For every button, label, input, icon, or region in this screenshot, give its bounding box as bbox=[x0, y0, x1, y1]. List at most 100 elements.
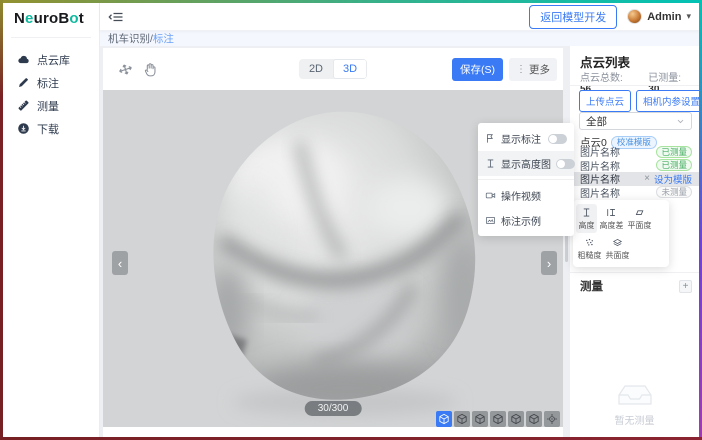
user-name: Admin bbox=[647, 11, 681, 23]
cloud-icon bbox=[17, 53, 30, 66]
tool-label: 共面度 bbox=[606, 250, 630, 261]
menu-item-tutorial-video[interactable]: 操作视频 bbox=[478, 183, 574, 208]
view-cube-back-button[interactable] bbox=[454, 411, 470, 427]
frame-border-top bbox=[0, 0, 702, 3]
status-badge: 已测量 bbox=[656, 159, 692, 171]
video-icon bbox=[485, 190, 496, 201]
tool-coplanarity[interactable]: 共面度 bbox=[604, 234, 631, 263]
logo-text: N bbox=[14, 10, 25, 27]
menu-fold-icon[interactable] bbox=[108, 9, 124, 25]
caret-down-icon: ▾ bbox=[686, 11, 691, 22]
status-badge: 未测量 bbox=[656, 186, 692, 198]
move-rotate-icon[interactable] bbox=[117, 61, 134, 78]
panel-actions: 上传点云 相机内参设置 bbox=[579, 90, 694, 112]
next-image-button[interactable]: › bbox=[541, 251, 557, 275]
view-cube-right-button[interactable] bbox=[490, 411, 506, 427]
sidebar-item-label: 下载 bbox=[37, 121, 59, 137]
view-cube-front-button[interactable] bbox=[436, 411, 452, 427]
show-annotation-toggle[interactable] bbox=[548, 134, 567, 144]
tool-flatness[interactable]: 平面度 bbox=[626, 204, 653, 233]
status-badge: 已测量 bbox=[656, 146, 692, 158]
tool-height[interactable]: 高度 bbox=[576, 204, 597, 233]
view-reset-center-button[interactable] bbox=[544, 411, 560, 427]
breadcrumb: 机车识别/标注 bbox=[100, 31, 699, 46]
list-item-selected[interactable]: 图片名称 × 设为模版 bbox=[570, 172, 699, 186]
tool-height-difference[interactable]: 高度差 bbox=[598, 204, 625, 233]
save-button[interactable]: 保存(S) bbox=[452, 58, 503, 81]
menu-item-label: 标注示例 bbox=[501, 213, 567, 228]
divider bbox=[570, 85, 699, 86]
more-label: 更多 bbox=[529, 62, 550, 77]
show-heightmap-toggle[interactable] bbox=[556, 159, 575, 169]
main-area: 返回模型开发 Admin ▾ 机车识别/标注 2D 3D bbox=[100, 3, 699, 437]
divider bbox=[478, 179, 574, 180]
menu-item-label: 显示高度图 bbox=[501, 156, 551, 171]
hand-pan-icon[interactable] bbox=[142, 61, 159, 78]
chevron-down-icon bbox=[676, 117, 685, 126]
add-measure-button[interactable]: + bbox=[679, 280, 692, 293]
user-menu[interactable]: Admin ▾ bbox=[627, 9, 691, 24]
menu-item-label: 操作视频 bbox=[501, 188, 567, 203]
viewer-card: 2D 3D 保存(S) ⋮更多 bbox=[103, 48, 563, 437]
top-bar: 返回模型开发 Admin ▾ bbox=[100, 3, 699, 31]
measure-tools-popup: 高度 高度差 平面度 粗糙度 bbox=[573, 200, 669, 267]
workspace: 2D 3D 保存(S) ⋮更多 bbox=[100, 46, 699, 437]
pointcloud-list-panel: 点云列表 点云总数: 56 已测量: 30 上传点云 相机内参设置 全部 点云0… bbox=[570, 46, 699, 437]
view-cube-top-button[interactable] bbox=[508, 411, 524, 427]
flag-icon bbox=[485, 133, 496, 144]
tool-label: 平面度 bbox=[628, 220, 652, 231]
close-icon[interactable]: × bbox=[644, 173, 650, 184]
measure-title: 测量 bbox=[580, 278, 603, 294]
avatar bbox=[627, 9, 642, 24]
filter-selected-value: 全部 bbox=[586, 114, 607, 129]
tool-label: 粗糙度 bbox=[578, 250, 602, 261]
measure-empty-state: 暂无测量 bbox=[570, 378, 699, 427]
ruler-icon bbox=[17, 99, 30, 112]
image-pager-badge: 30/300 bbox=[305, 401, 362, 416]
dimension-toggle: 2D 3D bbox=[299, 59, 367, 79]
logo-text: uroB bbox=[34, 10, 70, 27]
sidebar-item-pointcloud-library[interactable]: 点云库 bbox=[3, 48, 99, 71]
menu-item-show-annotation[interactable]: 显示标注 bbox=[478, 126, 574, 151]
prev-image-button[interactable]: ‹ bbox=[112, 251, 128, 275]
upload-pointcloud-button[interactable]: 上传点云 bbox=[579, 90, 631, 112]
tool-roughness[interactable]: 粗糙度 bbox=[576, 234, 603, 263]
logo-gear-e: e bbox=[25, 10, 34, 27]
sidebar-item-label: 标注 bbox=[37, 75, 59, 91]
sidebar-item-measure[interactable]: 测量 bbox=[3, 94, 99, 117]
example-image-icon bbox=[485, 215, 496, 226]
logo-text: t bbox=[79, 10, 84, 27]
menu-item-show-heightmap[interactable]: 显示高度图 bbox=[478, 151, 574, 176]
sidebar: NeuroBot 点云库 标注 测量 下载 bbox=[3, 3, 100, 437]
filter-select[interactable]: 全部 bbox=[579, 112, 692, 130]
view-cube-bottom-button[interactable] bbox=[526, 411, 542, 427]
list-item[interactable]: 图片名称 已测量 bbox=[570, 159, 699, 173]
sidebar-item-annotate[interactable]: 标注 bbox=[3, 71, 99, 94]
breadcrumb-current: 标注 bbox=[153, 31, 174, 46]
app-logo: NeuroBot bbox=[3, 3, 99, 33]
mode-2d-button[interactable]: 2D bbox=[299, 59, 333, 79]
measure-section-header: 测量 + bbox=[580, 278, 692, 294]
set-as-template-link[interactable]: 设为模版 bbox=[654, 172, 692, 186]
menu-item-annotation-example[interactable]: 标注示例 bbox=[478, 208, 574, 233]
frame-border-left bbox=[0, 0, 3, 440]
list-item[interactable]: 图片名称 未测量 bbox=[570, 186, 699, 200]
divider bbox=[570, 272, 699, 273]
menu-item-label: 显示标注 bbox=[501, 131, 543, 146]
list-item[interactable]: 图片名称 已测量 bbox=[570, 145, 699, 159]
more-button[interactable]: ⋮更多 bbox=[509, 58, 557, 81]
back-to-model-dev-button[interactable]: 返回模型开发 bbox=[529, 5, 617, 29]
camera-params-button[interactable]: 相机内参设置 bbox=[636, 90, 702, 112]
view-cube-left-button[interactable] bbox=[472, 411, 488, 427]
download-icon bbox=[17, 122, 30, 135]
mode-3d-button[interactable]: 3D bbox=[333, 59, 367, 79]
coplanarity-icon bbox=[612, 237, 623, 248]
empty-inbox-icon bbox=[615, 378, 655, 408]
ibeam-icon bbox=[485, 158, 496, 169]
file-list: 图片名称 已测量 图片名称 已测量 图片名称 × 设为模版 图片名称 未测量 bbox=[570, 145, 699, 199]
height-icon bbox=[581, 207, 592, 218]
height-diff-icon bbox=[606, 207, 617, 218]
sidebar-item-download[interactable]: 下载 bbox=[3, 117, 99, 140]
breadcrumb-parent[interactable]: 机车识别 bbox=[108, 31, 150, 46]
logo-gear-o: o bbox=[69, 10, 78, 27]
